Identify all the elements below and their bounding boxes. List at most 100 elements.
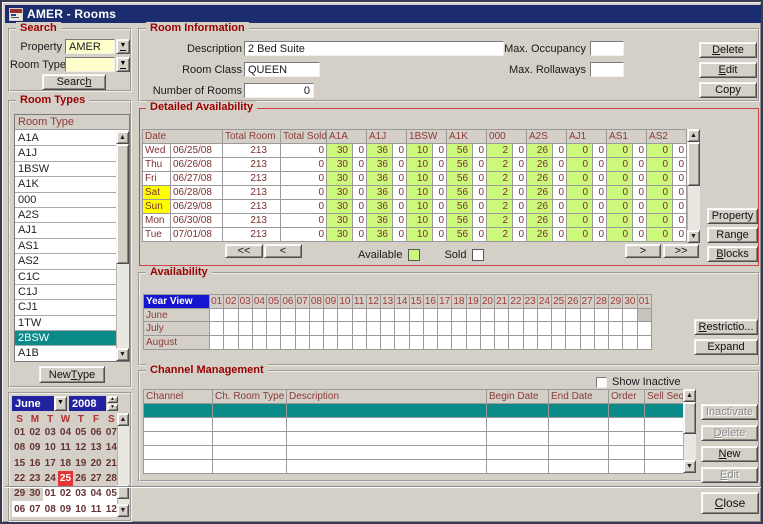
year-view-cell[interactable] — [495, 336, 509, 350]
calendar-day[interactable]: 08 — [43, 501, 58, 516]
calendar-day[interactable]: 26 — [73, 471, 88, 486]
year-view-cell[interactable] — [623, 322, 637, 336]
year-view-cell[interactable] — [609, 308, 623, 322]
year-view-cell[interactable] — [295, 308, 309, 322]
room-type-item[interactable]: A1K — [15, 177, 116, 192]
year-view-cell[interactable] — [537, 308, 551, 322]
max-rollaways-field[interactable] — [590, 62, 624, 77]
year-view-cell[interactable] — [566, 308, 580, 322]
blocks-button[interactable]: Blocks — [707, 246, 758, 262]
year-view-cell[interactable] — [537, 322, 551, 336]
year-view-cell[interactable] — [295, 322, 309, 336]
year-view-cell[interactable] — [309, 308, 323, 322]
year-view-cell[interactable] — [238, 322, 252, 336]
calendar-day[interactable]: 06 — [88, 425, 103, 440]
room-type-item[interactable]: A1B — [15, 346, 116, 361]
page-next-button[interactable]: > — [625, 244, 661, 258]
calendar-day[interactable]: 01 — [43, 486, 58, 501]
year-view-cell[interactable] — [224, 308, 238, 322]
calendar-day[interactable]: 17 — [43, 456, 58, 471]
property-dropdown-button[interactable]: ▼ — [116, 39, 130, 54]
calendar-day[interactable]: 13 — [88, 440, 103, 455]
scroll-down-button[interactable]: ▼ — [117, 504, 129, 517]
calendar-day[interactable]: 19 — [73, 456, 88, 471]
delete-button[interactable]: Delete — [699, 42, 757, 58]
room-type-item[interactable]: AS1 — [15, 239, 116, 254]
range-button[interactable]: Range — [707, 227, 758, 243]
calendar-day[interactable]: 08 — [12, 440, 27, 455]
year-view-cell[interactable] — [224, 322, 238, 336]
spinner-down-button[interactable]: ▼ — [107, 404, 118, 411]
scroll-up-button[interactable]: ▲ — [117, 413, 129, 426]
room-type-combobox[interactable] — [65, 57, 115, 72]
calendar-day[interactable]: 07 — [27, 501, 42, 516]
room-types-scrollbar[interactable]: ▲ ▼ — [116, 131, 129, 361]
year-spinner[interactable]: ▲ ▼ — [107, 396, 118, 411]
year-view-cell[interactable] — [338, 336, 352, 350]
page-first-button[interactable]: << — [225, 244, 263, 258]
year-view-cell[interactable] — [480, 322, 494, 336]
scroll-up-button[interactable]: ▲ — [683, 389, 696, 402]
channel-row[interactable] — [144, 446, 684, 460]
calendar-day[interactable]: 15 — [12, 456, 27, 471]
year-view-cell[interactable] — [438, 322, 452, 336]
calendar-day[interactable]: 10 — [73, 501, 88, 516]
year-view-cell[interactable] — [552, 308, 566, 322]
calendar-day[interactable]: 27 — [88, 471, 103, 486]
room-type-item[interactable]: A1A — [15, 131, 116, 146]
calendar-day[interactable]: 02 — [58, 486, 73, 501]
year-view-cell[interactable] — [423, 336, 437, 350]
expand-button[interactable]: Expand — [694, 339, 758, 355]
year-view-cell[interactable] — [395, 308, 409, 322]
property-combobox[interactable] — [65, 39, 115, 54]
calendar-day[interactable]: 18 — [58, 456, 73, 471]
copy-button[interactable]: Copy — [699, 82, 757, 98]
year-view-cell[interactable] — [324, 336, 338, 350]
room-class-field[interactable] — [244, 62, 320, 77]
year-view-cell[interactable] — [366, 308, 380, 322]
year-view-cell[interactable] — [637, 308, 652, 322]
year-view-cell[interactable] — [580, 308, 594, 322]
year-view-cell[interactable] — [623, 336, 637, 350]
year-view-cell[interactable] — [338, 308, 352, 322]
restrictio-button[interactable]: Restrictio... — [694, 319, 758, 335]
year-view-cell[interactable] — [580, 336, 594, 350]
calendar-day[interactable]: 29 — [12, 486, 27, 501]
calendar-day[interactable]: 20 — [88, 456, 103, 471]
calendar-day[interactable]: 03 — [43, 425, 58, 440]
show-inactive-checkbox[interactable] — [596, 377, 607, 388]
scroll-down-button[interactable]: ▼ — [683, 460, 696, 473]
year-view-cell[interactable] — [409, 308, 423, 322]
year-view-cell[interactable] — [594, 322, 608, 336]
year-view-cell[interactable] — [267, 322, 281, 336]
year-view-cell[interactable] — [509, 336, 523, 350]
channel-scrollbar[interactable]: ▲ ▼ — [683, 389, 696, 473]
year-view-cell[interactable] — [238, 336, 252, 350]
new-type-button[interactable]: New Type — [39, 366, 105, 383]
calendar-day[interactable]: 02 — [27, 425, 42, 440]
room-type-item[interactable]: C1C — [15, 270, 116, 285]
calendar-year-field[interactable]: 2008 — [69, 396, 106, 411]
year-view-cell[interactable] — [352, 336, 366, 350]
year-view-cell[interactable] — [552, 336, 566, 350]
new-button[interactable]: New — [701, 446, 758, 462]
calendar-day[interactable]: 11 — [88, 501, 103, 516]
year-view-cell[interactable] — [252, 336, 266, 350]
calendar-day[interactable]: 06 — [12, 501, 27, 516]
year-view-cell[interactable] — [623, 308, 637, 322]
year-view-cell[interactable] — [594, 308, 608, 322]
year-view-cell[interactable] — [580, 322, 594, 336]
calendar-day[interactable]: 30 — [27, 486, 42, 501]
year-view-cell[interactable] — [381, 336, 395, 350]
spinner-up-button[interactable]: ▲ — [107, 396, 118, 403]
year-view-cell[interactable] — [523, 308, 537, 322]
room-type-item[interactable]: A2S — [15, 208, 116, 223]
year-view-cell[interactable] — [609, 322, 623, 336]
year-view-cell[interactable] — [509, 308, 523, 322]
year-view-cell[interactable] — [594, 336, 608, 350]
year-view-cell[interactable] — [423, 322, 437, 336]
year-view-cell[interactable] — [466, 322, 480, 336]
calendar-day[interactable]: 10 — [43, 440, 58, 455]
year-view-cell[interactable] — [452, 336, 466, 350]
room-type-item[interactable]: 1BSW — [15, 162, 116, 177]
